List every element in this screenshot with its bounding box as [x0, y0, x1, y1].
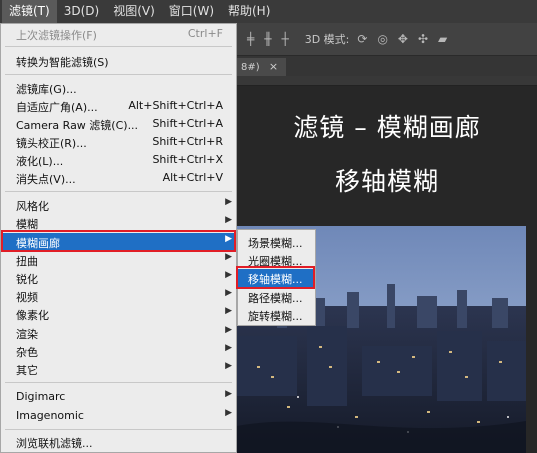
menu-item-browse-filters-online[interactable]: 浏览联机滤镜... [1, 433, 236, 451]
document-tab-label: 8#) [241, 62, 260, 73]
distribute-icon[interactable]: ┼ [281, 32, 288, 46]
submenu-arrow-icon: ▶ [225, 252, 232, 262]
drag-3d-icon[interactable]: ✥ [398, 32, 408, 46]
menu-item-label: 上次滤镜操作(F) [16, 29, 97, 42]
menu-item-imagenomic[interactable]: Imagenomic ▶ [1, 407, 236, 425]
submenu-arrow-icon: ▶ [225, 306, 232, 316]
annotation-highlight-box [1, 230, 236, 252]
menu-item-shortcut: Shift+Ctrl+A [152, 117, 223, 130]
menu-item-label: 风格化 [16, 200, 49, 213]
menu-separator [5, 429, 232, 430]
menu-item-label: 浏览联机滤镜... [16, 437, 93, 450]
menu-filter[interactable]: 滤镜(T) [2, 0, 57, 23]
menu-item-last-filter[interactable]: 上次滤镜操作(F) Ctrl+F [1, 25, 236, 43]
menu-item-label: Digimarc [16, 390, 66, 403]
menu-separator [5, 46, 232, 47]
submenu-arrow-icon: ▶ [225, 343, 232, 353]
menu-item-label: 扭曲 [16, 255, 38, 268]
menu-item-sharpen[interactable]: 锐化 ▶ [1, 269, 236, 287]
menu-item-video[interactable]: 视频 ▶ [1, 287, 236, 305]
menu-item-digimarc[interactable]: Digimarc ▶ [1, 388, 236, 406]
menu-item-filter-gallery[interactable]: 滤镜库(G)... [1, 79, 236, 97]
menu-item-label: 滤镜库(G)... [16, 83, 77, 96]
menu-separator [5, 191, 232, 192]
submenu-arrow-icon: ▶ [225, 325, 232, 335]
menu-window[interactable]: 窗口(W) [162, 0, 221, 23]
submenu-arrow-icon: ▶ [225, 408, 232, 418]
menu-item-label: 像素化 [16, 309, 49, 322]
menu-item-label: 消失点(V)... [16, 173, 76, 186]
submenu-item-label: 路径模糊... [248, 292, 303, 305]
menu-item-shortcut: Alt+Ctrl+V [162, 171, 223, 184]
menu-3d[interactable]: 3D(D) [57, 0, 106, 23]
menu-item-shortcut: Shift+Ctrl+X [152, 153, 223, 166]
menu-item-label: 镜头校正(R)... [16, 137, 87, 150]
submenu-item-label: 旋转模糊... [248, 310, 303, 323]
submenu-arrow-icon: ▶ [225, 361, 232, 371]
menu-item-label: Camera Raw 滤镜(C)... [16, 119, 139, 132]
menu-view[interactable]: 视图(V) [106, 0, 162, 23]
slide-3d-icon[interactable]: ✣ [418, 32, 428, 46]
menu-item-label: 转换为智能滤镜(S) [16, 56, 109, 69]
menu-item-label: 锐化 [16, 273, 38, 286]
menu-item-label: 其它 [16, 364, 38, 377]
document-tab[interactable]: 8#) × [237, 58, 287, 76]
submenu-item-spin-blur[interactable]: 旋转模糊... [238, 306, 315, 324]
menu-item-convert-smart-filter[interactable]: 转换为智能滤镜(S) [1, 52, 236, 70]
menu-item-render[interactable]: 渲染 ▶ [1, 324, 236, 342]
menu-item-label: 杂色 [16, 346, 38, 359]
menu-item-camera-raw[interactable]: Camera Raw 滤镜(C)... Shift+Ctrl+A [1, 115, 236, 133]
submenu-arrow-icon: ▶ [225, 270, 232, 280]
submenu-item-field-blur[interactable]: 场景模糊... [238, 233, 315, 251]
submenu-item-path-blur[interactable]: 路径模糊... [238, 288, 315, 306]
canvas-subtitle: 移轴模糊 [334, 167, 439, 196]
menu-separator [5, 382, 232, 383]
submenu-arrow-icon: ▶ [225, 288, 232, 298]
menu-item-adaptive-wide-angle[interactable]: 自适应广角(A)... Alt+Shift+Ctrl+A [1, 97, 236, 115]
document-tab-bar: 8#) × [237, 56, 537, 76]
menu-item-shortcut: Alt+Shift+Ctrl+A [128, 99, 223, 112]
align-middle-icon[interactable]: ╫ [264, 32, 271, 46]
ruler [237, 76, 537, 86]
menu-item-other[interactable]: 其它 ▶ [1, 360, 236, 378]
menu-item-distort[interactable]: 扭曲 ▶ [1, 251, 236, 269]
menu-separator [5, 74, 232, 75]
submenu-arrow-icon: ▶ [225, 389, 232, 399]
menu-item-noise[interactable]: 杂色 ▶ [1, 342, 236, 360]
rotate-3d-icon[interactable]: ⟳ [357, 32, 367, 46]
menu-item-label: 自适应广角(A)... [16, 101, 98, 114]
menu-item-label: 液化(L)... [16, 155, 64, 168]
canvas-title: 滤镜 – 模糊画廊 [293, 113, 481, 142]
options-bar: ╪ ╫ ┼ 3D 模式: ⟳ ◎ ✥ ✣ ▰ [237, 23, 537, 56]
annotation-highlight-box [236, 266, 315, 289]
video-camera-icon[interactable]: ▰ [438, 32, 447, 46]
menu-item-label: Imagenomic [16, 409, 84, 422]
submenu-arrow-icon: ▶ [225, 215, 232, 225]
menu-item-liquify[interactable]: 液化(L)... Shift+Ctrl+X [1, 151, 236, 169]
submenu-item-label: 场景模糊... [248, 237, 303, 250]
menu-help[interactable]: 帮助(H) [221, 0, 277, 23]
close-icon[interactable]: × [269, 60, 278, 73]
menubar: 滤镜(T) 3D(D) 视图(V) 窗口(W) 帮助(H) [0, 0, 537, 23]
menu-item-shortcut: Ctrl+F [187, 27, 223, 40]
photoshop-window: 滤镜(T) 3D(D) 视图(V) 窗口(W) 帮助(H) ╪ ╫ ┼ 3D 模… [0, 0, 537, 453]
menu-item-label: 渲染 [16, 328, 38, 341]
menu-item-pixelate[interactable]: 像素化 ▶ [1, 305, 236, 323]
3d-mode-label: 3D 模式: [304, 33, 350, 46]
menu-item-vanishing-point[interactable]: 消失点(V)... Alt+Ctrl+V [1, 169, 236, 187]
menu-item-stylize[interactable]: 风格化 ▶ [1, 196, 236, 214]
align-center-icon[interactable]: ╪ [247, 32, 254, 46]
menu-item-lens-correction[interactable]: 镜头校正(R)... Shift+Ctrl+R [1, 133, 236, 151]
menu-item-label: 视频 [16, 291, 38, 304]
roll-3d-icon[interactable]: ◎ [377, 32, 387, 46]
menu-item-shortcut: Shift+Ctrl+R [152, 135, 223, 148]
submenu-arrow-icon: ▶ [225, 197, 232, 207]
